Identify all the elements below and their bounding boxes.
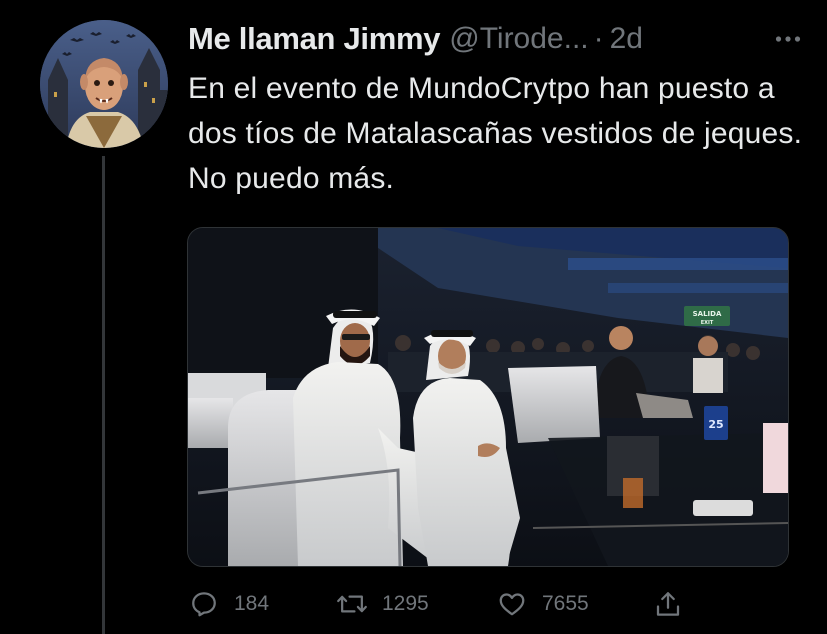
thread-line [102, 156, 105, 634]
reply-button[interactable]: 184 [188, 586, 269, 622]
tweet-actions: 184 1295 7655 [188, 586, 708, 622]
tweet-header: Me llaman Jimmy @Tirode... · 2d [188, 14, 808, 64]
share-button[interactable] [652, 586, 684, 622]
separator-dot: · [593, 22, 604, 55]
tweet-photo[interactable]: SALIDA EXIT 25 [187, 227, 789, 567]
retweet-icon [336, 588, 368, 620]
like-count: 7655 [542, 592, 589, 615]
exit-sign-subtext: EXIT [701, 320, 714, 326]
like-icon [496, 588, 528, 620]
retweet-button[interactable]: 1295 [336, 586, 429, 622]
tweet-time[interactable]: 2d [610, 22, 643, 56]
reply-icon [188, 588, 220, 620]
tweet-text: En el evento de MundoCrytpo han puesto a… [188, 72, 803, 195]
share-icon [652, 588, 684, 620]
retweet-count: 1295 [382, 592, 429, 615]
reply-count: 184 [234, 592, 270, 615]
avatar[interactable] [40, 20, 168, 148]
table-number-text: 25 [708, 418, 723, 431]
exit-sign-text: SALIDA [693, 310, 722, 318]
display-name[interactable]: Me llaman Jimmy [188, 21, 441, 57]
more-horizontal-icon[interactable] [768, 22, 808, 56]
like-button[interactable]: 7655 [496, 586, 589, 622]
user-handle[interactable]: @Tirode... [449, 22, 588, 56]
